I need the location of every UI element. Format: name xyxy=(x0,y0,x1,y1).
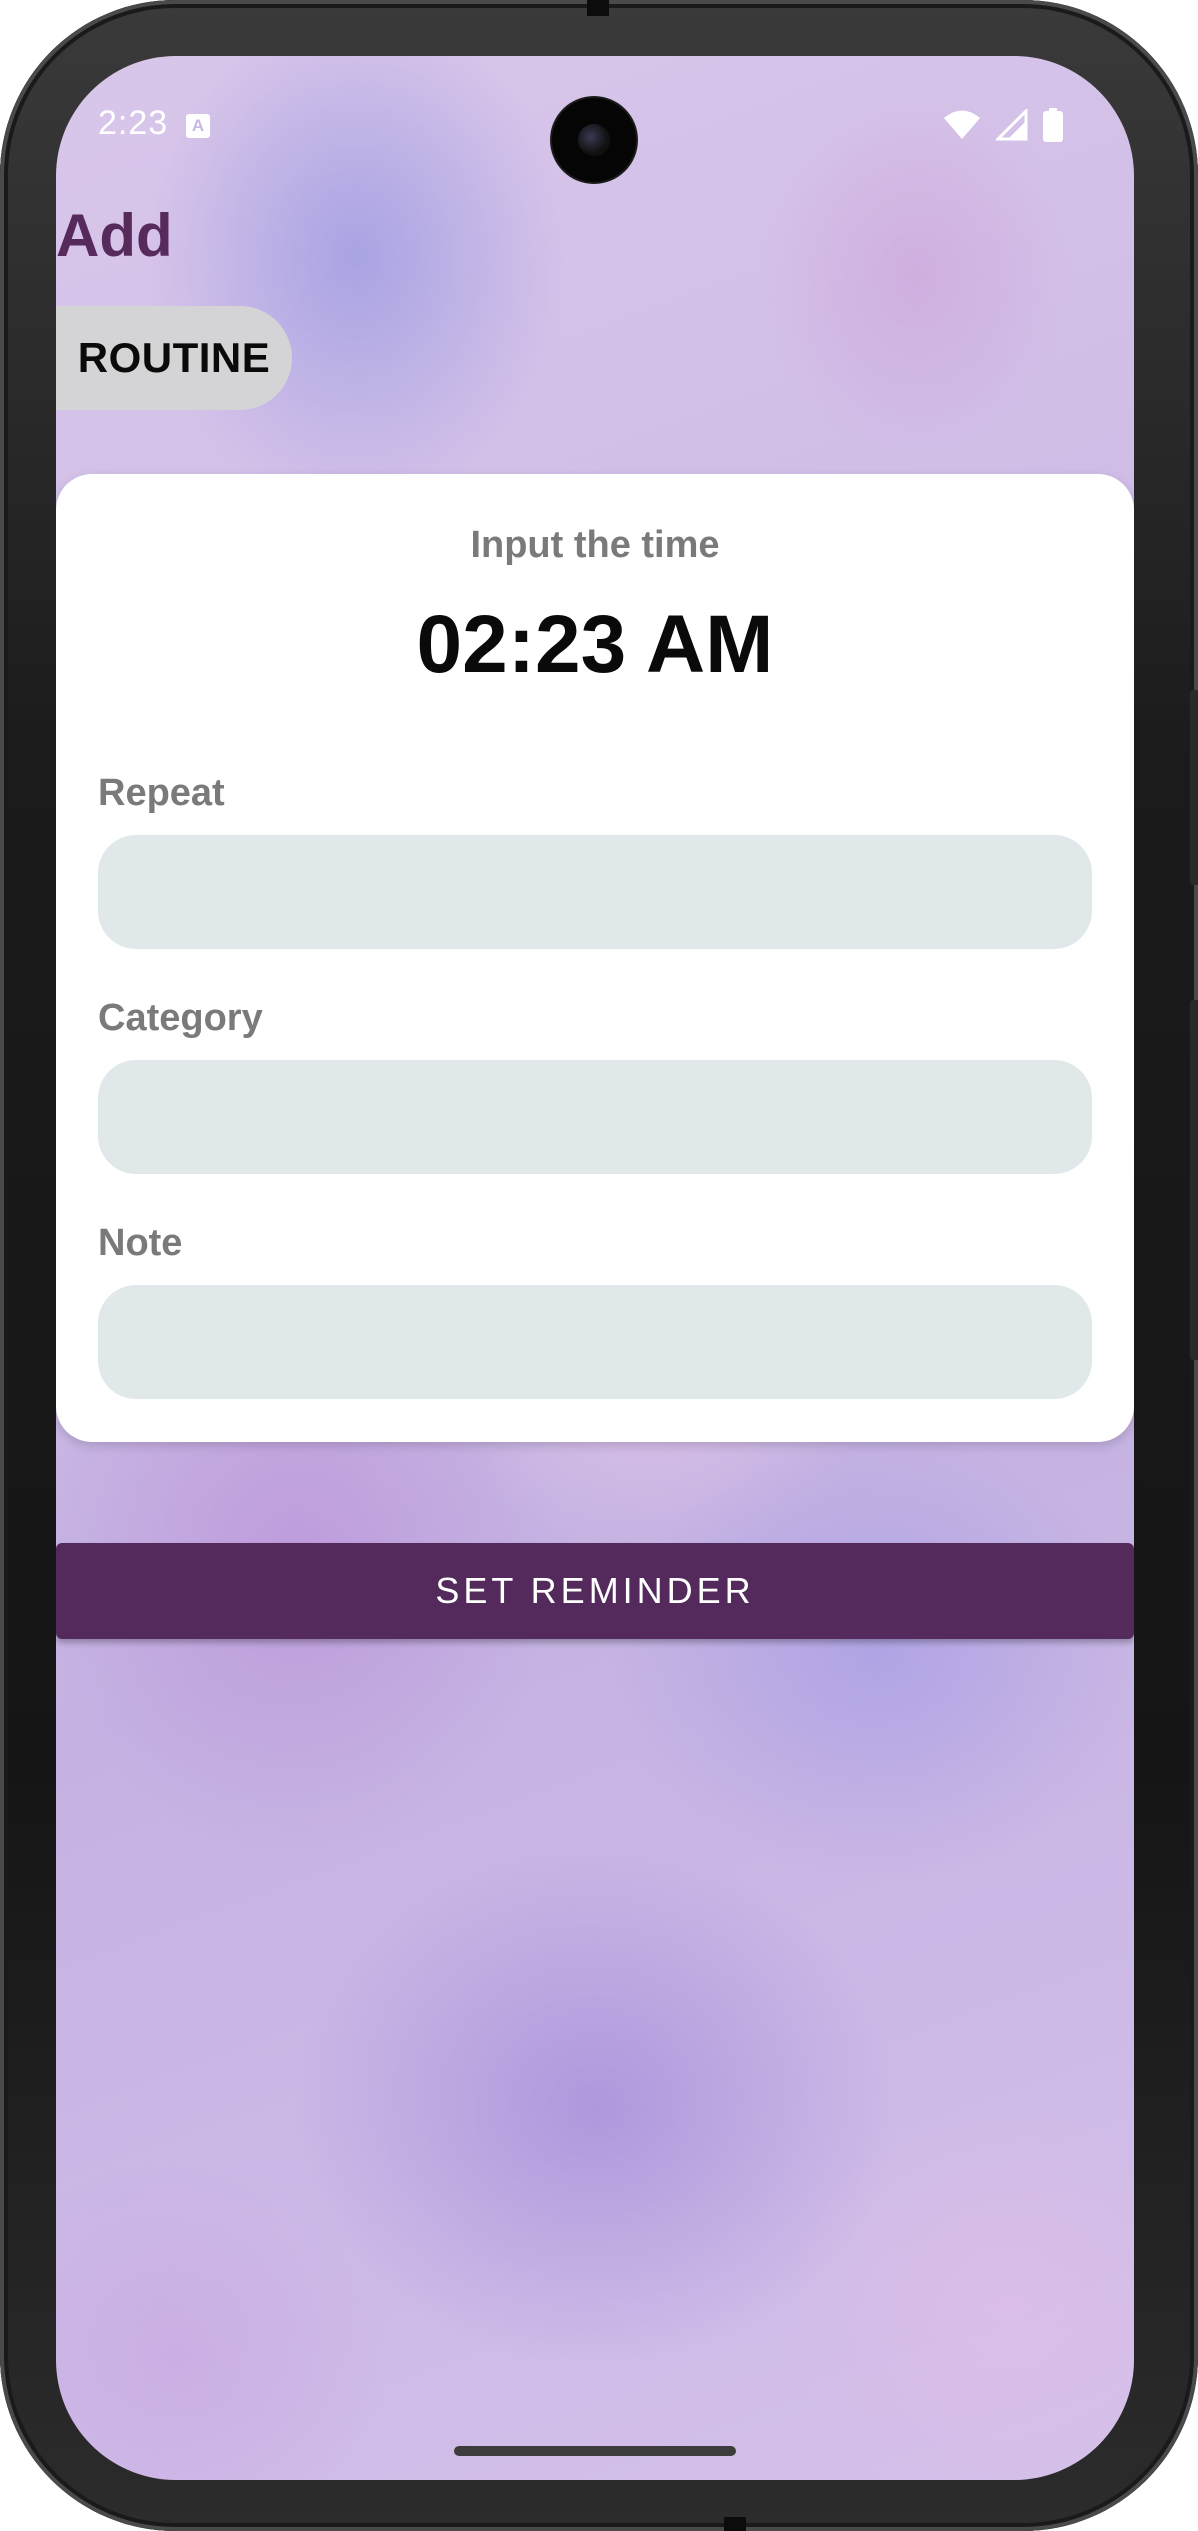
routine-chip[interactable]: ROUTINE xyxy=(56,306,292,410)
category-input[interactable] xyxy=(98,1060,1092,1174)
page-title: Add xyxy=(56,202,173,269)
repeat-input[interactable] xyxy=(98,835,1092,949)
phone-frame: 2:23 A Add ROUTINE Input the time 02:23 … xyxy=(0,0,1198,2531)
status-time: 2:23 xyxy=(98,104,169,142)
cellular-signal-icon xyxy=(996,109,1028,141)
battery-icon xyxy=(1042,108,1064,142)
notification-app-icon: A xyxy=(186,114,210,138)
set-reminder-button[interactable]: SET REMINDER xyxy=(56,1543,1134,1639)
front-camera xyxy=(552,98,636,182)
frame-antenna-line xyxy=(587,0,609,16)
volume-button xyxy=(1190,1000,1198,1360)
time-input-prompt: Input the time xyxy=(470,524,720,566)
note-label: Note xyxy=(98,1222,183,1264)
power-button xyxy=(1190,690,1198,885)
category-label: Category xyxy=(98,997,263,1039)
wifi-icon xyxy=(942,109,982,141)
screen: 2:23 A Add ROUTINE Input the time 02:23 … xyxy=(56,56,1134,2480)
status-bar: 2:23 A xyxy=(56,56,1134,196)
home-indicator[interactable] xyxy=(454,2446,736,2456)
note-input[interactable] xyxy=(98,1285,1092,1399)
frame-antenna-line xyxy=(724,2517,746,2531)
repeat-label: Repeat xyxy=(98,772,225,814)
time-picker-value[interactable]: 02:23 AM xyxy=(56,604,1134,686)
status-icons xyxy=(942,108,1064,142)
